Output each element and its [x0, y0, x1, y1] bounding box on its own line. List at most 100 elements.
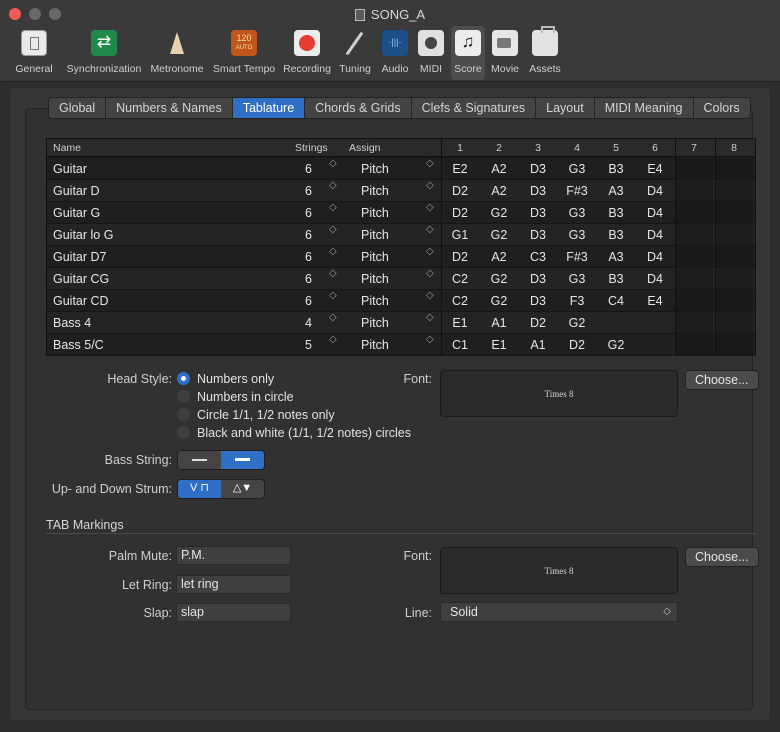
strum-option-2[interactable]: △▼	[221, 480, 264, 498]
string-pitch-cell[interactable]: A1	[519, 334, 557, 355]
string-pitch-cell[interactable]: D4	[636, 246, 674, 267]
let-ring-field[interactable]: let ring	[176, 575, 291, 594]
stepper-arrows-icon[interactable]: ◇	[329, 312, 337, 323]
string-pitch-cell[interactable]	[715, 224, 753, 245]
table-row[interactable]: Bass 4 4 ◇ Pitch ◇ E1 A1 D2 G2	[47, 312, 755, 334]
strings-stepper[interactable]: 6	[295, 246, 345, 267]
table-row[interactable]: Bass 5/C 5 ◇ Pitch ◇ C1 E1 A1 D2 G2	[47, 334, 755, 356]
column-header-2[interactable]: 2	[480, 139, 518, 156]
assign-select[interactable]: Pitch	[349, 312, 449, 333]
stepper-arrows-icon[interactable]: ◇	[329, 158, 337, 169]
assign-select[interactable]: Pitch	[349, 180, 449, 201]
string-pitch-cell[interactable]: C2	[441, 268, 479, 289]
column-header-strings[interactable]: Strings	[295, 139, 345, 156]
tab-colors[interactable]: Colors	[694, 98, 750, 118]
string-pitch-cell[interactable]	[636, 334, 674, 355]
table-row[interactable]: Guitar lo G 6 ◇ Pitch ◇ G1 G2 D3 G3 B3 D4	[47, 224, 755, 246]
strum-option-1[interactable]: V ⊓	[178, 480, 221, 498]
bass-string-thin-option[interactable]	[178, 451, 221, 469]
slap-field[interactable]: slap	[176, 603, 291, 622]
string-pitch-cell[interactable]: C1	[441, 334, 479, 355]
table-row[interactable]: Guitar 6 ◇ Pitch ◇ E2 A2 D3 G3 B3 E4	[47, 158, 755, 180]
tab-numbers-names[interactable]: Numbers & Names	[106, 98, 233, 118]
string-pitch-cell[interactable]: G3	[558, 268, 596, 289]
string-pitch-cell[interactable]	[675, 268, 713, 289]
tab-tablature[interactable]: Tablature	[232, 98, 306, 118]
select-arrows-icon[interactable]: ◇	[426, 290, 434, 301]
string-pitch-cell[interactable]: D3	[519, 180, 557, 201]
string-pitch-cell[interactable]: A1	[480, 312, 518, 333]
string-pitch-cell[interactable]: G2	[480, 290, 518, 311]
palm-mute-field[interactable]: P.M.	[176, 546, 291, 565]
assign-select[interactable]: Pitch	[349, 334, 449, 355]
string-pitch-cell[interactable]: E4	[636, 158, 674, 179]
stepper-arrows-icon[interactable]: ◇	[329, 202, 337, 213]
column-header-6[interactable]: 6	[636, 139, 674, 156]
tab-clefs-signatures[interactable]: Clefs & Signatures	[412, 98, 537, 118]
string-pitch-cell[interactable]: A2	[480, 180, 518, 201]
column-header-1[interactable]: 1	[441, 139, 479, 156]
string-pitch-cell[interactable]: B3	[597, 158, 635, 179]
string-pitch-cell[interactable]	[715, 246, 753, 267]
tab-global[interactable]: Global	[49, 98, 107, 118]
assign-select[interactable]: Pitch	[349, 224, 449, 245]
assign-select[interactable]: Pitch	[349, 268, 449, 289]
table-row[interactable]: Guitar G 6 ◇ Pitch ◇ D2 G2 D3 G3 B3 D4	[47, 202, 755, 224]
string-pitch-cell[interactable]: G2	[558, 312, 596, 333]
select-arrows-icon[interactable]: ◇	[426, 158, 434, 169]
string-pitch-cell[interactable]: G2	[597, 334, 635, 355]
string-pitch-cell[interactable]	[597, 312, 635, 333]
strings-stepper[interactable]: 6	[295, 290, 345, 311]
string-pitch-cell[interactable]: D4	[636, 268, 674, 289]
table-row[interactable]: Guitar D 6 ◇ Pitch ◇ D2 A2 D3 F#3 A3 D4	[47, 180, 755, 202]
string-pitch-cell[interactable]	[715, 334, 753, 355]
string-pitch-cell[interactable]: G3	[558, 224, 596, 245]
column-header-8[interactable]: 8	[715, 139, 753, 156]
string-pitch-cell[interactable]: A3	[597, 246, 635, 267]
stepper-arrows-icon[interactable]: ◇	[329, 246, 337, 257]
stepper-arrows-icon[interactable]: ◇	[329, 290, 337, 301]
string-pitch-cell[interactable]: D3	[519, 290, 557, 311]
select-arrows-icon[interactable]: ◇	[426, 334, 434, 345]
stepper-arrows-icon[interactable]: ◇	[329, 268, 337, 279]
string-pitch-cell[interactable]: G2	[480, 224, 518, 245]
string-pitch-cell[interactable]	[715, 312, 753, 333]
string-pitch-cell[interactable]: C2	[441, 290, 479, 311]
table-row[interactable]: Guitar D7 6 ◇ Pitch ◇ D2 A2 C3 F#3 A3 D4	[47, 246, 755, 268]
table-row[interactable]: Guitar CG 6 ◇ Pitch ◇ C2 G2 D3 G3 B3 D4	[47, 268, 755, 290]
string-pitch-cell[interactable]: E2	[441, 158, 479, 179]
string-pitch-cell[interactable]	[675, 180, 713, 201]
string-pitch-cell[interactable]: F#3	[558, 180, 596, 201]
string-pitch-cell[interactable]: E1	[441, 312, 479, 333]
string-pitch-cell[interactable]: D3	[519, 268, 557, 289]
column-header-5[interactable]: 5	[597, 139, 635, 156]
string-pitch-cell[interactable]: F3	[558, 290, 596, 311]
strings-stepper[interactable]: 6	[295, 224, 345, 245]
string-pitch-cell[interactable]: C3	[519, 246, 557, 267]
strings-stepper[interactable]: 6	[295, 268, 345, 289]
string-pitch-cell[interactable]: F#3	[558, 246, 596, 267]
choose-tab-font-button[interactable]: Choose...	[685, 547, 759, 567]
string-pitch-cell[interactable]: D3	[519, 158, 557, 179]
string-pitch-cell[interactable]	[675, 202, 713, 223]
string-pitch-cell[interactable]: D2	[441, 202, 479, 223]
string-pitch-cell[interactable]: D2	[558, 334, 596, 355]
column-header-4[interactable]: 4	[558, 139, 596, 156]
string-pitch-cell[interactable]	[675, 290, 713, 311]
table-row[interactable]: Guitar CD 6 ◇ Pitch ◇ C2 G2 D3 F3 C4 E4	[47, 290, 755, 312]
string-pitch-cell[interactable]	[675, 224, 713, 245]
string-pitch-cell[interactable]	[715, 180, 753, 201]
string-pitch-cell[interactable]: G2	[480, 268, 518, 289]
strings-stepper[interactable]: 6	[295, 180, 345, 201]
string-pitch-cell[interactable]: D4	[636, 224, 674, 245]
bass-string-thick-option[interactable]	[221, 451, 264, 469]
string-pitch-cell[interactable]: B3	[597, 202, 635, 223]
choose-font-button[interactable]: Choose...	[685, 370, 759, 390]
column-header-assign[interactable]: Assign	[349, 139, 449, 156]
assign-select[interactable]: Pitch	[349, 290, 449, 311]
string-pitch-cell[interactable]: G3	[558, 202, 596, 223]
column-header-name[interactable]: Name	[53, 139, 283, 156]
strings-stepper[interactable]: 6	[295, 158, 345, 179]
head-style-option-black-white-circles[interactable]: Black and white (1/1, 1/2 notes) circles	[177, 426, 411, 444]
strings-stepper[interactable]: 5	[295, 334, 345, 355]
